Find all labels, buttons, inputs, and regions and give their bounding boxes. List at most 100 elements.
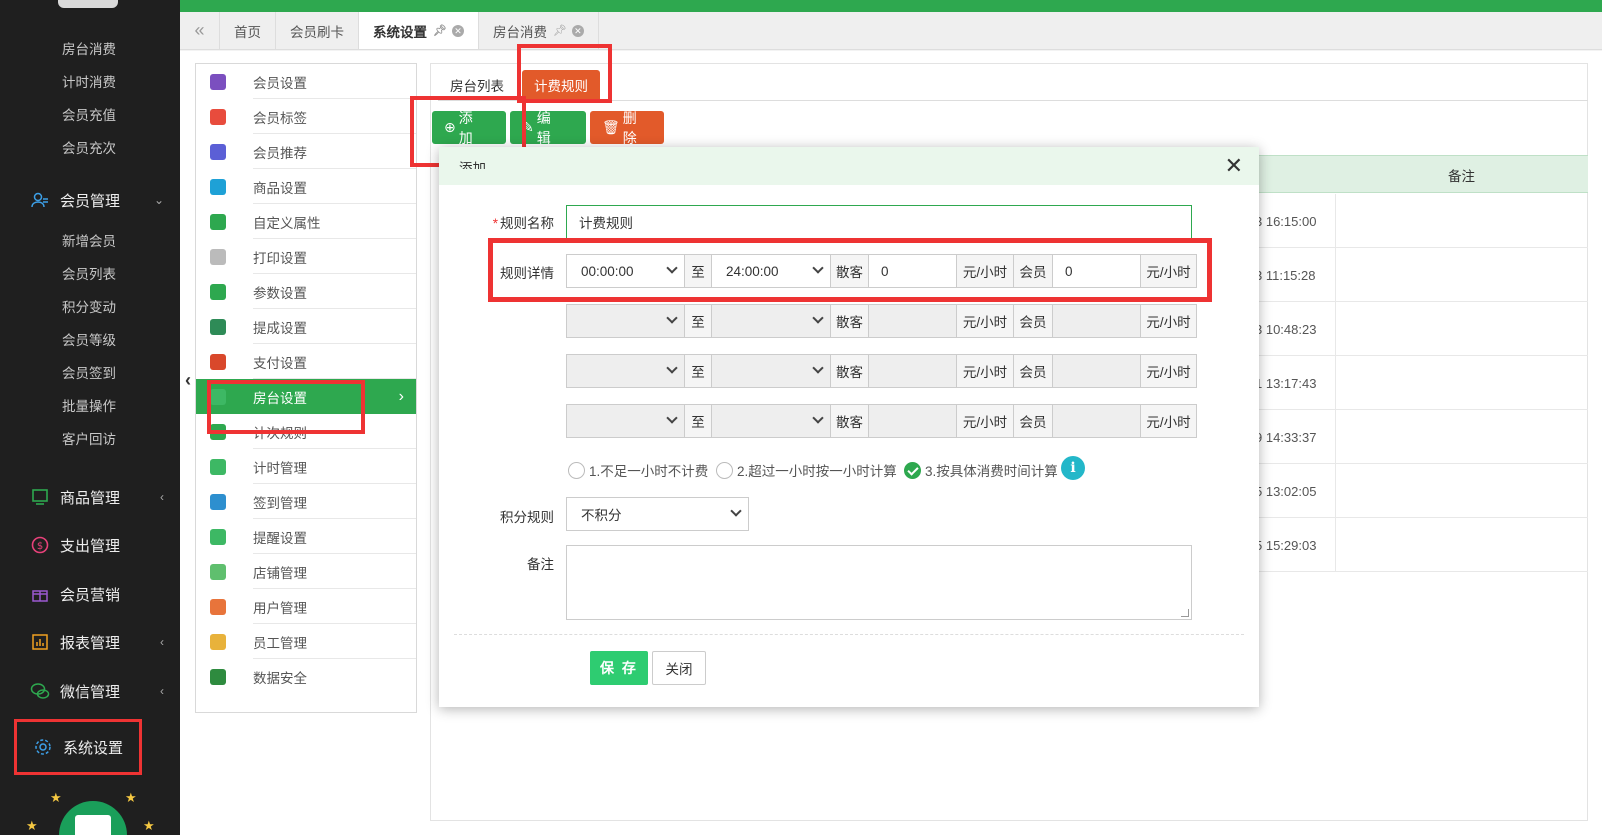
svg-text:$: $	[37, 541, 43, 552]
table-row[interactable]: 5 15:29:03	[1255, 518, 1588, 572]
settings-item-checkin[interactable]: 签到管理	[196, 484, 416, 519]
sidebar-group-label: 商品管理	[60, 489, 121, 507]
sidebar-item-batch[interactable]: 批量操作	[62, 395, 116, 415]
start-time-select[interactable]	[566, 354, 685, 388]
settings-item-goods[interactable]: 商品设置	[196, 169, 416, 204]
edit-icon	[210, 213, 226, 230]
remark-label: 备注	[527, 557, 554, 572]
sidebar-item-member-recharge-count[interactable]: 会员充次	[62, 137, 116, 157]
sidebar-item-member-checkin[interactable]: 会员签到	[62, 362, 116, 382]
guest-price-input[interactable]	[868, 404, 957, 438]
printer-icon	[210, 248, 226, 265]
radio-option-3[interactable]: 3.按具体消费时间计算	[904, 460, 1058, 480]
start-time-select[interactable]	[566, 304, 685, 338]
guest-price-input[interactable]	[868, 354, 957, 388]
settings-item-store[interactable]: 店铺管理	[196, 554, 416, 589]
settings-item-referral[interactable]: 会员推荐	[196, 134, 416, 169]
dialog-header: 添加 ✕	[439, 147, 1259, 185]
settings-item-users[interactable]: 用户管理	[196, 589, 416, 624]
radio-option-1[interactable]: 1.不足一小时不计费	[568, 460, 708, 480]
sidebar-group-member[interactable]: 会员管理 ⌄	[0, 183, 180, 217]
sidebar-group-marketing[interactable]: 会员营销	[0, 577, 180, 611]
save-button[interactable]: 保 存	[590, 651, 648, 685]
to-addon: 至	[684, 304, 712, 338]
rule-name-input[interactable]: 计费规则	[566, 205, 1192, 239]
sidebar-item-member-level[interactable]: 会员等级	[62, 329, 116, 349]
settings-item-label: 提成设置	[253, 320, 307, 336]
member-addon: 会员	[1013, 304, 1053, 338]
time-cell: 3 10:48:23	[1255, 321, 1317, 337]
settings-item-label: 支付设置	[253, 355, 307, 371]
pin-icon[interactable]: 📌︎	[433, 24, 447, 37]
sidebar-group-goods[interactable]: 商品管理 ‹	[0, 480, 180, 514]
settings-item-timer[interactable]: 计时管理	[196, 449, 416, 484]
sidebar-item-points-change[interactable]: 积分变动	[62, 296, 116, 316]
settings-item-custom-attr[interactable]: 自定义属性	[196, 204, 416, 239]
radio-option-2[interactable]: 2.超过一小时按一小时计算	[716, 460, 897, 480]
pin-icon[interactable]: 📌︎	[553, 24, 567, 37]
guest-price-input[interactable]	[868, 304, 957, 338]
guest-addon: 散客	[830, 304, 869, 338]
close-icon[interactable]: ✕	[451, 24, 464, 37]
settings-item-label: 参数设置	[253, 285, 307, 301]
settings-item-payment[interactable]: 支付设置	[196, 344, 416, 379]
settings-item-staff[interactable]: 员工管理	[196, 624, 416, 659]
delete-button[interactable]: 🗑︎ 删 除	[590, 110, 664, 146]
remark-textarea[interactable]	[566, 545, 1192, 620]
member-addon: 会员	[1013, 354, 1053, 388]
sidebar-item-timed-consume[interactable]: 计时消费	[62, 71, 116, 91]
close-icon[interactable]: ✕	[571, 24, 584, 37]
sidebar-item-member-recharge[interactable]: 会员充值	[62, 104, 116, 124]
info-icon[interactable]: i	[1061, 456, 1085, 480]
table-row[interactable]: 9 14:33:37	[1255, 410, 1588, 464]
settings-item-reminder[interactable]: 提醒设置	[196, 519, 416, 554]
close-button[interactable]: 关闭	[652, 651, 706, 685]
table-row[interactable]: 3 10:48:23	[1255, 302, 1588, 356]
tab-home[interactable]: 首页	[220, 12, 276, 49]
sidebar-group-system-settings[interactable]: 系统设置	[14, 719, 142, 775]
column-header-remark: 备注	[1448, 169, 1475, 184]
sidebar-group-wechat[interactable]: 微信管理 ‹	[0, 674, 180, 708]
settings-item-data-security[interactable]: 数据安全	[196, 659, 416, 694]
sidebar-item-customer-visit[interactable]: 客户回访	[62, 428, 116, 448]
button-label: 删 除	[622, 109, 639, 146]
time-cell: 3 11:15:28	[1255, 267, 1316, 283]
sidebar-item-room-consume[interactable]: 房台消费	[62, 38, 116, 58]
end-time-select[interactable]	[711, 304, 831, 338]
chevron-left-icon[interactable]: ‹	[185, 370, 191, 391]
table-row[interactable]: 3 16:15:00	[1255, 194, 1588, 248]
resize-handle[interactable]	[1181, 609, 1189, 617]
clock-icon	[210, 458, 226, 475]
avatar[interactable]	[59, 801, 127, 835]
settings-item-commission[interactable]: 提成设置	[196, 309, 416, 344]
points-rule-select[interactable]: 不积分	[566, 497, 749, 531]
star-icon: ★	[26, 818, 38, 833]
sidebar-item-member-list[interactable]: 会员列表	[62, 263, 116, 283]
close-icon[interactable]: ✕	[1225, 153, 1243, 179]
end-time-select[interactable]	[711, 354, 831, 388]
sidebar-group-report[interactable]: 报表管理 ‹	[0, 625, 180, 659]
sidebar-group-expense[interactable]: $ 支出管理	[0, 528, 180, 562]
double-chevron-left-icon[interactable]: «	[180, 12, 220, 49]
sidebar-item-new-member[interactable]: 新增会员	[62, 230, 116, 250]
tab-member-card[interactable]: 会员刷卡	[276, 12, 359, 49]
tab-system-settings[interactable]: 系统设置 📌︎ ✕	[359, 12, 479, 49]
settings-item-tags[interactable]: 会员标签	[196, 99, 416, 134]
trash-icon: 🗑︎	[602, 119, 620, 135]
time-cell: 3 16:15:00	[1255, 213, 1317, 229]
table-row[interactable]: 1 13:17:43	[1255, 356, 1588, 410]
table-row[interactable]: 5 13:02:05	[1255, 464, 1588, 518]
radio-circle	[716, 461, 733, 479]
settings-item-member[interactable]: 会员设置	[196, 64, 416, 99]
settings-item-print[interactable]: 打印设置	[196, 239, 416, 274]
radio-checked-icon	[904, 461, 921, 479]
sidebar-group-label: 会员管理	[60, 192, 121, 210]
end-time-select[interactable]	[711, 404, 831, 438]
member-price-input[interactable]	[1052, 304, 1141, 338]
settings-item-label: 会员推荐	[253, 145, 307, 161]
member-price-input[interactable]	[1052, 404, 1141, 438]
member-price-input[interactable]	[1052, 354, 1141, 388]
table-row[interactable]: 3 11:15:28	[1255, 248, 1588, 302]
settings-item-params[interactable]: 参数设置	[196, 274, 416, 309]
start-time-select[interactable]	[566, 404, 685, 438]
